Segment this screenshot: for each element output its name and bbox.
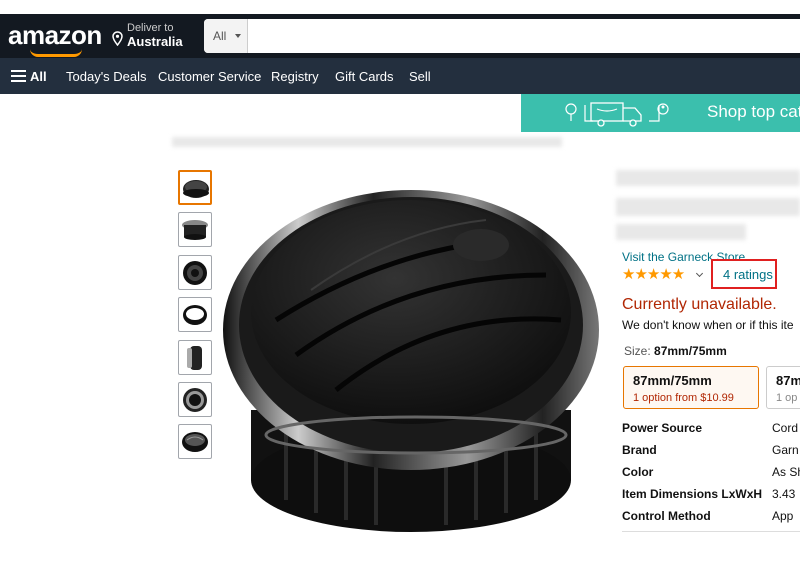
availability-note: We don't know when or if this ite	[622, 318, 794, 332]
vent-thumbnail-icon	[182, 220, 208, 240]
thumbnail-3[interactable]	[178, 255, 212, 290]
location-pin-icon	[112, 31, 123, 46]
thumbnail-7[interactable]	[178, 424, 212, 459]
nav-todays-deals[interactable]: Today's Deals	[66, 69, 147, 84]
vent-thumbnail-icon	[187, 346, 202, 370]
search-input[interactable]	[250, 19, 790, 53]
title-redacted-line-1	[616, 170, 800, 186]
search-category-dropdown[interactable]: All	[204, 19, 248, 53]
deliver-label: Deliver to	[127, 22, 174, 34]
size-option-price: 1 op	[776, 392, 798, 404]
nav-gift-cards[interactable]: Gift Cards	[335, 69, 394, 84]
size-option[interactable]: 87m 1 op	[766, 366, 800, 409]
nav-sell[interactable]: Sell	[409, 69, 431, 84]
thumbnail-2[interactable]	[178, 212, 212, 247]
thumbnail-5[interactable]	[178, 340, 212, 375]
hamburger-menu-icon[interactable]	[11, 70, 26, 82]
vent-thumbnail-icon	[182, 432, 208, 452]
thumbnail-1[interactable]	[178, 170, 212, 205]
nav-bar: All Today's Deals Customer Service Regis…	[0, 58, 800, 94]
size-value: 87mm/75mm	[654, 344, 727, 358]
spec-key: Brand	[622, 443, 657, 457]
banner-text: Shop top cat	[707, 102, 800, 121]
nav-customer-service[interactable]: Customer Service	[158, 69, 261, 84]
spec-value: 3.43	[772, 487, 796, 501]
spec-key: Item Dimensions LxWxH	[622, 487, 763, 501]
vent-thumbnail-icon	[183, 261, 207, 285]
caret-down-icon	[235, 34, 241, 38]
nav-all[interactable]: All	[30, 69, 47, 84]
promo-banner[interactable]: Shop top cat	[521, 94, 800, 132]
thumbnail-4[interactable]	[178, 297, 212, 332]
amazon-logo[interactable]: amazon	[8, 20, 102, 57]
ratings-link[interactable]: 4 ratings	[711, 259, 777, 289]
title-redacted-line-3	[616, 224, 746, 240]
size-option-price: 1 option from $10.99	[633, 392, 734, 404]
spec-key: Power Source	[622, 421, 703, 435]
deliver-country: Australia	[127, 34, 183, 49]
spec-value: App	[772, 509, 794, 523]
breadcrumb-redacted	[172, 137, 562, 147]
spec-value: Garn	[772, 443, 799, 457]
spec-key: Control Method	[622, 509, 711, 523]
spec-value: As Sh	[772, 465, 800, 479]
availability-status: Currently unavailable.	[622, 296, 777, 313]
divider	[622, 531, 800, 532]
main-product-image[interactable]	[216, 180, 606, 540]
spec-value: Cord	[772, 421, 799, 435]
size-option-name: 87mm/75mm	[633, 373, 712, 388]
size-label: Size: 87mm/75mm	[624, 344, 727, 358]
search-bar: All	[204, 19, 800, 53]
title-redacted-line-2	[616, 198, 800, 216]
size-option-selected[interactable]: 87mm/75mm 1 option from $10.99	[623, 366, 759, 409]
thumbnail-6[interactable]	[178, 382, 212, 417]
logo-smile-icon	[30, 49, 82, 57]
delivery-truck-icon	[565, 102, 669, 127]
chevron-down-icon[interactable]	[695, 269, 704, 278]
spec-key: Color	[622, 465, 654, 479]
size-option-name: 87m	[776, 373, 800, 388]
vent-thumbnail-icon	[183, 388, 207, 412]
star-rating-icon[interactable]: ★★★★★	[622, 265, 685, 283]
vent-thumbnail-icon	[183, 305, 207, 325]
nav-registry[interactable]: Registry	[271, 69, 319, 84]
top-header: amazon Deliver to Australia All	[0, 14, 800, 58]
vent-thumbnail-icon	[183, 180, 209, 198]
